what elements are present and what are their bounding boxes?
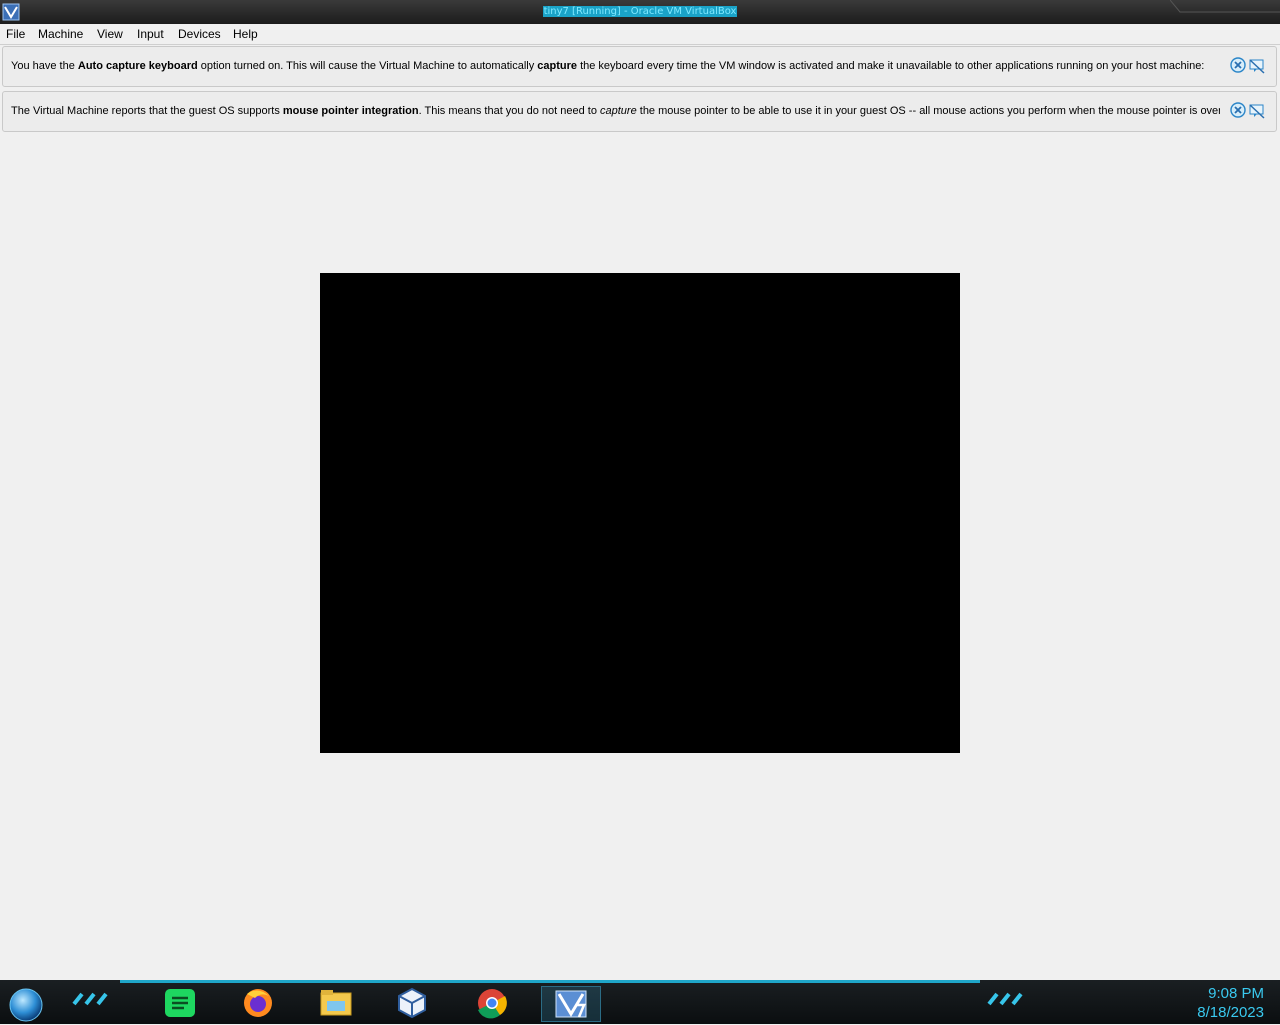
menu-help[interactable]: Help (233, 27, 258, 41)
keyboard-capture-notice: You have the Auto capture keyboard optio… (2, 46, 1277, 87)
menu-file[interactable]: File (6, 27, 25, 41)
notice-text-run: the keyboard every time the VM window is… (577, 60, 1205, 72)
notice-text-run: the mouse pointer to be able to use it i… (636, 105, 1220, 117)
chrome-icon (478, 989, 507, 1019)
taskbar (0, 980, 1280, 1024)
taskbar-virtualbox[interactable] (383, 986, 441, 1020)
notice-text: You have the Auto capture keyboard optio… (11, 60, 1220, 72)
taskbar-file-explorer[interactable] (307, 986, 365, 1020)
file-explorer-icon (320, 990, 352, 1016)
taskbar-decoration (72, 992, 108, 1006)
firefox-icon (244, 989, 272, 1017)
notice-text-run: capture (537, 60, 578, 72)
do-not-show-again-icon[interactable] (1248, 102, 1266, 120)
taskbar-firefox[interactable] (229, 986, 287, 1020)
spotify-icon (165, 989, 195, 1017)
taskbar-spotify[interactable] (152, 986, 210, 1020)
notice-text-run: The Virtual Machine reports that the gue… (11, 105, 283, 117)
notice-text-run: You have the (11, 60, 78, 72)
notice-text-run: capture (600, 105, 637, 117)
taskbar-accent-line (120, 980, 980, 983)
notice-text-run: mouse pointer integration (282, 105, 419, 117)
menu-input[interactable]: Input (137, 27, 164, 41)
window-title: tiny7 [Running] - Oracle VM VirtualBox (542, 6, 738, 17)
taskbar-decoration (987, 992, 1023, 1006)
do-not-show-again-icon[interactable] (1248, 57, 1266, 75)
system-clock[interactable]: 9:08 PM 8/18/2023 (1174, 984, 1264, 1022)
close-notice-icon[interactable] (1230, 102, 1246, 118)
menu-view[interactable]: View (97, 27, 123, 41)
vm-display[interactable] (320, 273, 960, 753)
taskbar-chrome[interactable] (463, 986, 521, 1020)
mouse-integration-notice: The Virtual Machine reports that the gue… (2, 91, 1277, 132)
virtualbox-vm-icon (555, 990, 587, 1018)
title-bar-decoration (1170, 0, 1280, 13)
clock-date: 8/18/2023 (1197, 1004, 1264, 1021)
menu-machine[interactable]: Machine (38, 27, 83, 41)
notice-text-run: option turned on. This will cause the Vi… (197, 60, 538, 72)
menu-devices[interactable]: Devices (178, 27, 221, 41)
clock-time: 9:08 PM (1208, 985, 1264, 1002)
close-notice-icon[interactable] (1230, 57, 1246, 73)
virtualbox-icon (398, 987, 426, 1019)
notice-text-run: . This means that you do not need to (418, 105, 600, 117)
taskbar-virtualbox-vm-active[interactable] (541, 986, 601, 1022)
menu-bar: File Machine View Input Devices Help (0, 24, 1280, 45)
notice-text-run: Auto capture keyboard (77, 60, 198, 72)
start-button-icon[interactable] (8, 986, 44, 1022)
notice-text: The Virtual Machine reports that the gue… (11, 105, 1220, 117)
title-bar[interactable]: tiny7 [Running] - Oracle VM VirtualBox (0, 0, 1280, 25)
